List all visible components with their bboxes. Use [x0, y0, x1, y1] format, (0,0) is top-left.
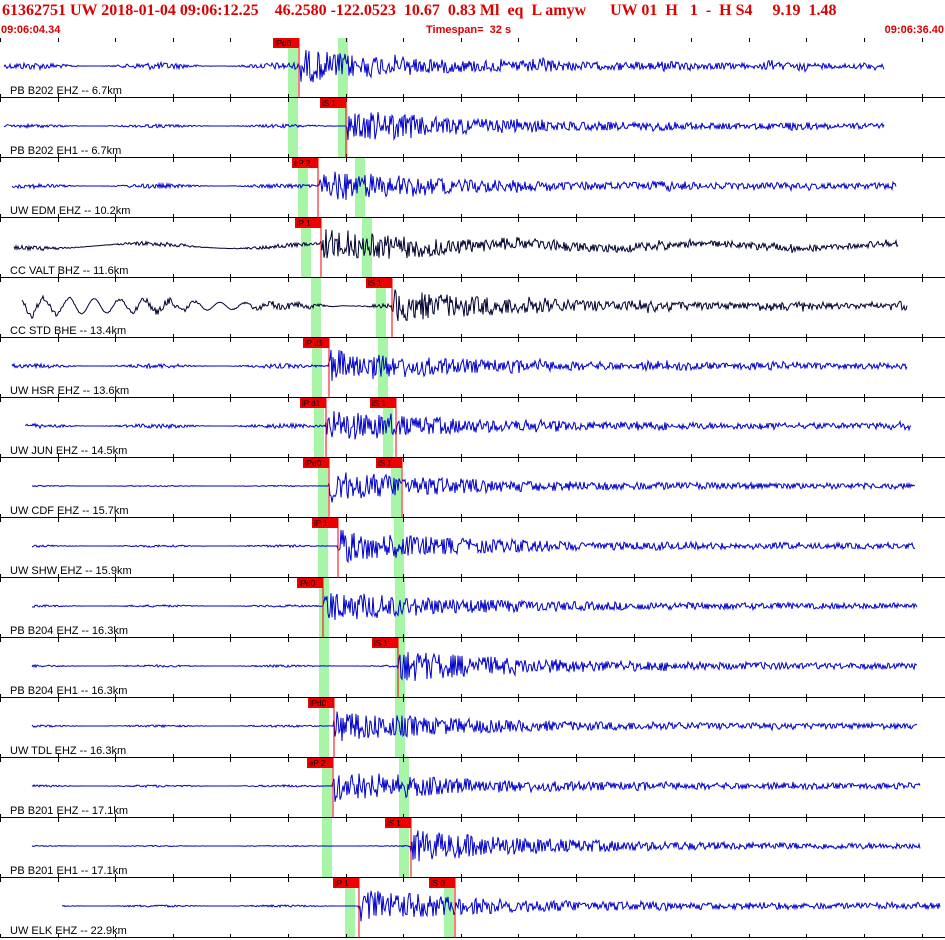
station-label: PB B202 EHZ -- 6.7km: [10, 85, 122, 97]
station-label: PB B201 EH1 -- 17.1km: [10, 865, 127, 877]
station-panel[interactable]: iS 1 PB B202 EH1 -- 6.7km: [0, 98, 945, 158]
station-panel[interactable]: iP 1 iS 0 UW ELK EHZ -- 22.9km: [0, 878, 945, 938]
station-panel[interactable]: iP d1 iS 1 UW JUN EHZ -- 14.5km: [0, 398, 945, 458]
p-pick-label: iP 1: [335, 879, 349, 888]
p-window-band: [319, 638, 329, 698]
station-label: PB B204 EH1 -- 16.3km: [10, 685, 127, 697]
station-label: UW SHW EHZ -- 15.9km: [10, 565, 132, 577]
station-panel[interactable]: iP d1 UW HSR EHZ -- 13.6km: [0, 338, 945, 398]
s-pick-label: iS 0: [431, 879, 445, 888]
waveform-trace[interactable]: [3, 50, 885, 83]
s-pick-label: iS 1: [372, 399, 386, 408]
station-panel[interactable]: iPd0 PB B204 EHZ -- 16.3km: [0, 578, 945, 638]
p-window-band: [288, 98, 298, 158]
s-pick-label: iS 1: [374, 639, 388, 648]
window-end-time: 09:06:36.40: [884, 24, 944, 36]
waveform-trace[interactable]: [31, 529, 916, 564]
station-label: PB B202 EH1 -- 6.7km: [10, 145, 121, 157]
station-label: PB B204 EHZ -- 16.3km: [10, 625, 128, 637]
station-label: UW JUN EHZ -- 14.5km: [10, 445, 127, 457]
station-label: UW CDF EHZ -- 15.7km: [10, 505, 129, 517]
station-label: UW HSR EHZ -- 13.6km: [10, 385, 129, 397]
station-panel[interactable]: eP 2 PB B201 EHZ -- 17.1km: [0, 758, 945, 818]
window-start-time: 09:06:04.34: [1, 24, 61, 36]
station-panel[interactable]: iPd0 PB B202 EHZ -- 6.7km: [0, 38, 945, 98]
p-pick-label: iPd0: [299, 579, 316, 588]
s-pick-label: iS 1: [378, 459, 392, 468]
p-pick-label: iP 1: [297, 219, 311, 228]
waveform-trace[interactable]: [31, 830, 921, 862]
station-panel[interactable]: iPd0 UW TDL EHZ -- 16.3km: [0, 698, 945, 758]
station-label: CC VALT BHZ -- 11.6km: [10, 265, 128, 277]
waveform-trace[interactable]: [11, 171, 897, 201]
station-panel[interactable]: iP 1 UW SHW EHZ -- 15.9km: [0, 518, 945, 578]
waveform-trace[interactable]: [21, 289, 908, 322]
station-panel[interactable]: iPd0 iS 1 UW CDF EHZ -- 15.7km: [0, 458, 945, 518]
s-pick-label: iS 1: [368, 279, 382, 288]
p-pick-label: eP 2: [294, 159, 311, 168]
p-pick-label: eP 2: [309, 759, 326, 768]
station-panel[interactable]: iP 1 CC VALT BHZ -- 11.6km: [0, 218, 945, 278]
p-pick-label: iP 1: [314, 519, 328, 528]
waveform-trace[interactable]: [31, 711, 918, 742]
seismogram-panel-stack[interactable]: iPd0 PB B202 EHZ -- 6.7km iS 1 PB B202 EH1 …: [0, 38, 945, 940]
station-panel[interactable]: iS 1 CC STD BHE -- 13.4km: [0, 278, 945, 338]
waveform-trace[interactable]: [11, 349, 908, 381]
s-pick-label: iS 1: [387, 819, 401, 828]
waveform-trace[interactable]: [31, 472, 916, 503]
event-header: 61362751 UW 2018-01-04 09:06:12.25 46.25…: [0, 0, 945, 38]
station-label: PB B201 EHZ -- 17.1km: [10, 805, 128, 817]
station-label: UW TDL EHZ -- 16.3km: [10, 745, 126, 757]
station-label: UW EDM EHZ -- 10.2km: [10, 205, 130, 217]
p-window-band: [322, 818, 332, 878]
waveform-trace[interactable]: [24, 411, 912, 440]
station-panel[interactable]: eP 2 UW EDM EHZ -- 10.2km: [0, 158, 945, 218]
p-pick-label: iP d1: [305, 339, 324, 348]
p-pick-label: iPd0: [275, 39, 292, 48]
waveform-trace[interactable]: [31, 773, 921, 802]
p-pick-label: iP d1: [302, 399, 321, 408]
timespan-label: Timespan= 32 s: [426, 24, 512, 36]
p-window-band: [311, 278, 321, 338]
s-pick-label: iS 1: [322, 99, 336, 108]
p-pick-label: iPd0: [305, 459, 322, 468]
waveform-trace[interactable]: [31, 652, 918, 681]
p-pick-label: iPd0: [310, 699, 327, 708]
station-panel[interactable]: iS 1 PB B204 EH1 -- 16.3km: [0, 638, 945, 698]
station-label: CC STD BHE -- 13.4km: [10, 325, 126, 337]
event-summary-line: 61362751 UW 2018-01-04 09:06:12.25 46.25…: [2, 2, 837, 19]
waveform-trace[interactable]: [31, 593, 918, 620]
station-label: UW ELK EHZ -- 22.9km: [10, 925, 127, 937]
station-panel[interactable]: iS 1 PB B201 EH1 -- 17.1km: [0, 818, 945, 878]
waveform-trace[interactable]: [62, 890, 941, 922]
waveform-trace[interactable]: [3, 111, 885, 141]
waveform-trace[interactable]: [13, 229, 899, 259]
